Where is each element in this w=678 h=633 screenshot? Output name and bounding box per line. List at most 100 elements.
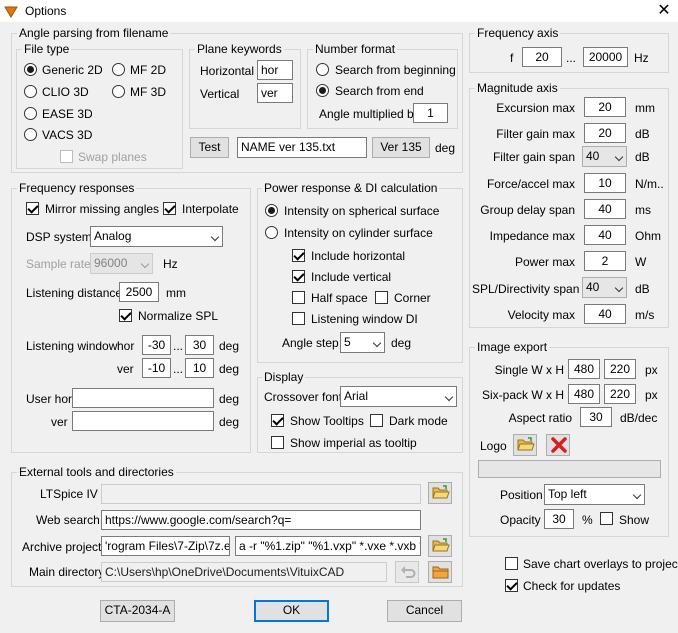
position-select[interactable]: Top left: [544, 484, 645, 505]
sample-rate-unit: Hz: [163, 257, 178, 271]
vertical-keyword-input[interactable]: ver: [257, 83, 293, 103]
show-logo-checkbox[interactable]: [600, 512, 613, 525]
radio-mf-3d[interactable]: [112, 85, 125, 98]
listening-window-di-label: Listening window DI: [311, 312, 418, 326]
lw-ver-max-input[interactable]: 10: [185, 358, 214, 378]
save-overlays-checkbox[interactable]: [505, 557, 518, 570]
filter-gain-max-input[interactable]: 20: [584, 123, 626, 143]
web-search-input[interactable]: https://www.google.com/search?q=: [101, 510, 421, 530]
crossover-font-select[interactable]: Arial: [340, 386, 457, 407]
radio-cylinder[interactable]: [265, 226, 278, 239]
swap-planes-label: Swap planes: [78, 150, 147, 164]
include-vertical-checkbox[interactable]: [292, 270, 305, 283]
user-hor-input[interactable]: [72, 388, 214, 408]
cta-2034-button[interactable]: CTA-2034-A: [100, 600, 175, 622]
lw-hor-max-input[interactable]: 30: [185, 335, 214, 355]
swap-planes-checkbox[interactable]: [60, 150, 73, 163]
angle-step-select[interactable]: 5: [340, 332, 385, 353]
aspect-ratio-input[interactable]: 30: [580, 407, 612, 427]
corner-label: Corner: [394, 291, 431, 305]
archive-args-input[interactable]: a -r "%1.zip" "%1.vxp" *.vxe *.vxb *.vx: [235, 536, 421, 556]
radio-spherical[interactable]: [265, 204, 278, 217]
radio-mf-2d[interactable]: [112, 63, 125, 76]
archive-browse-button[interactable]: [428, 535, 452, 557]
sixpack-height-input[interactable]: 220: [604, 384, 636, 404]
logo-browse-button[interactable]: [513, 434, 537, 456]
user-ver-label: ver: [51, 415, 68, 429]
impedance-max-input[interactable]: 40: [584, 225, 626, 245]
ltspice-path-input[interactable]: [101, 484, 421, 504]
radio-generic-2d[interactable]: [24, 63, 37, 76]
half-space-checkbox[interactable]: [292, 291, 305, 304]
main-directory-browse-button[interactable]: [428, 561, 452, 583]
sixpack-width-input[interactable]: 480: [568, 384, 600, 404]
cancel-button[interactable]: Cancel: [387, 600, 462, 622]
impedance-max-unit: Ohm: [635, 229, 662, 243]
horizontal-keyword-label: Horizontal: [200, 64, 255, 78]
angle-multiplier-input[interactable]: 1: [413, 103, 448, 123]
test-filename-input[interactable]: NAME ver 135.txt: [237, 137, 367, 158]
opacity-unit: %: [582, 513, 593, 527]
sample-rate-value: 96000: [94, 256, 128, 270]
dsp-system-select[interactable]: Analog: [90, 226, 223, 247]
interpolate-label: Interpolate: [182, 202, 239, 216]
radio-vacs-3d[interactable]: [24, 128, 37, 141]
undo-icon: [401, 566, 416, 578]
power-response-title: Power response & DI calculation: [262, 181, 440, 195]
main-directory-reset-button[interactable]: [395, 561, 419, 583]
listening-window-di-checkbox[interactable]: [292, 312, 305, 325]
spl-directivity-span-select[interactable]: 40: [582, 277, 627, 298]
force-accel-max-input[interactable]: 10: [584, 173, 626, 193]
power-max-unit: W: [635, 255, 647, 269]
ltspice-browse-button[interactable]: [428, 482, 452, 504]
power-max-input[interactable]: 2: [584, 251, 626, 271]
excursion-max-input[interactable]: 20: [584, 97, 626, 117]
close-icon[interactable]: ✕: [650, 0, 678, 22]
f-max-input[interactable]: 20000: [583, 47, 628, 67]
show-imperial-checkbox[interactable]: [271, 436, 284, 449]
radio-search-end[interactable]: [316, 84, 329, 97]
dark-mode-label: Dark mode: [389, 414, 448, 428]
dark-mode-checkbox[interactable]: [370, 414, 383, 427]
filter-gain-span-value: 40: [586, 149, 600, 163]
test-button[interactable]: Test: [190, 137, 229, 158]
f-min-input[interactable]: 20: [522, 47, 562, 67]
check-updates-checkbox[interactable]: [505, 579, 518, 592]
single-height-input[interactable]: 220: [604, 359, 636, 379]
listening-distance-input[interactable]: 2500: [119, 282, 159, 302]
radio-search-beginning[interactable]: [316, 63, 329, 76]
filter-gain-span-select[interactable]: 40: [582, 146, 627, 167]
archive-exe-input[interactable]: 'rogram Files\7-Zip\7z.exe: [101, 536, 230, 556]
main-directory-input[interactable]: C:\Users\hp\OneDrive\Documents\VituixCAD: [101, 562, 387, 582]
listening-window-label: Listening window: [26, 339, 118, 353]
radio-clio-3d[interactable]: [24, 85, 37, 98]
f-unit: Hz: [634, 51, 649, 65]
show-tooltips-checkbox[interactable]: [271, 414, 284, 427]
horizontal-keyword-input[interactable]: hor: [257, 60, 293, 80]
label-cylinder: Intensity on cylinder surface: [284, 226, 433, 240]
lw-hor-unit: deg: [219, 339, 240, 353]
interpolate-checkbox[interactable]: [163, 202, 176, 215]
lw-ver-min-input[interactable]: -10: [142, 358, 171, 378]
single-width-input[interactable]: 480: [568, 359, 600, 379]
include-horizontal-checkbox[interactable]: [292, 249, 305, 262]
sample-rate-select[interactable]: 96000: [90, 253, 153, 274]
normalize-spl-checkbox[interactable]: [119, 309, 132, 322]
velocity-max-input[interactable]: 40: [584, 304, 626, 324]
window-title: Options: [25, 4, 67, 18]
group-delay-span-input[interactable]: 40: [584, 199, 626, 219]
logo-delete-button[interactable]: [546, 434, 570, 456]
filter-gain-span-unit: dB: [635, 150, 650, 164]
lw-ver-unit: deg: [219, 362, 240, 376]
label-mf-3d: MF 3D: [130, 85, 166, 99]
mirror-angles-checkbox[interactable]: [26, 202, 39, 215]
radio-ease-3d[interactable]: [24, 107, 37, 120]
force-accel-max-unit: N/m..: [635, 177, 664, 191]
ok-button[interactable]: OK: [254, 600, 329, 622]
user-ver-input[interactable]: [72, 411, 214, 431]
corner-checkbox[interactable]: [375, 291, 388, 304]
opacity-input[interactable]: 30: [544, 509, 574, 529]
show-tooltips-label: Show Tooltips: [290, 414, 364, 428]
velocity-max-label: Velocity max: [507, 308, 575, 322]
lw-hor-min-input[interactable]: -30: [142, 335, 171, 355]
